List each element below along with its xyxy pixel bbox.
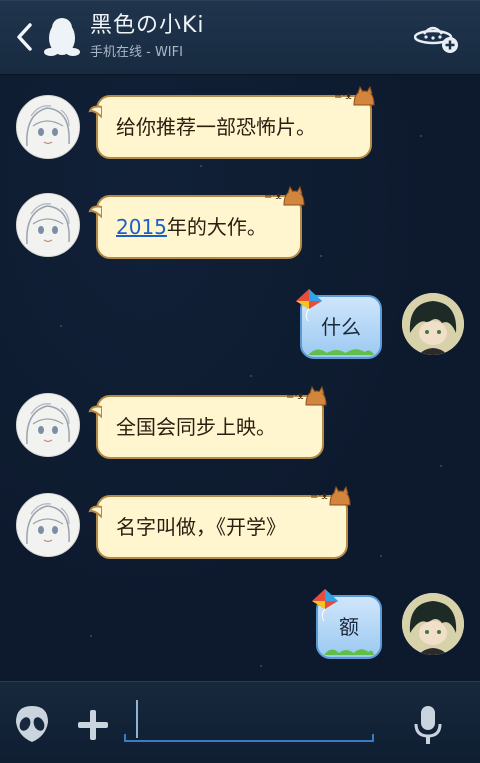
svg-text:=·ᴥ: =·ᴥ [310, 491, 328, 502]
grass-decoration [324, 649, 374, 655]
star-decoration [90, 635, 92, 637]
chat-header: 黑色の小Ki 手机在线 - WIFI [0, 0, 480, 75]
svg-text:=·ᴥ: =·ᴥ [286, 391, 304, 402]
cat-decoration-icon: =·ᴥ [286, 385, 327, 406]
message-text: 名字叫做，《开学》 [116, 515, 286, 539]
kite-decoration-icon [296, 289, 322, 322]
my-message-bubble[interactable]: 什么 [296, 289, 382, 359]
anime-boy-avatar-icon [402, 293, 464, 355]
input-underline [124, 734, 374, 742]
message-text-rest: 年的大作。 [166, 215, 267, 239]
message-text: 全国会同步上映。 [116, 415, 276, 439]
my-message-bubble[interactable]: 额 [312, 589, 382, 659]
microphone-icon[interactable] [412, 704, 444, 746]
anime-boy-avatar-icon [402, 593, 464, 655]
bubble-tail [88, 205, 102, 219]
bubble-tail [88, 105, 102, 119]
message-bubble[interactable]: 全国会同步上映。 =·ᴥ [88, 385, 327, 459]
year-link[interactable]: 2015 [116, 215, 167, 239]
cat-decoration-icon: =·ᴥ [310, 485, 351, 506]
star-decoration [200, 165, 202, 167]
star-decoration [380, 555, 382, 557]
online-status: 手机在线 - WIFI [90, 45, 183, 60]
svg-text:=·ᴥ: =·ᴥ [334, 91, 352, 102]
star-decoration [250, 375, 252, 377]
qq-penguin-icon[interactable] [44, 14, 80, 58]
contact-name: 黑色の小Ki [90, 13, 205, 38]
message-bubble[interactable]: 名字叫做，《开学》 =·ᴥ [88, 485, 351, 559]
message-input[interactable] [124, 696, 374, 746]
contact-avatar[interactable] [16, 193, 80, 257]
bubble-tail [88, 405, 102, 419]
contact-avatar[interactable] [16, 95, 80, 159]
cat-decoration-icon: =·ᴥ [264, 185, 305, 206]
alien-icon[interactable] [14, 704, 50, 744]
kite-decoration-icon [312, 589, 338, 622]
bubble-tail [88, 505, 102, 519]
message-bubble[interactable]: 给你推荐一部恐怖片。 =·ᴥ [88, 85, 375, 159]
message-text: 给你推荐一部恐怖片。 [116, 115, 316, 139]
message-text: 额 [339, 615, 359, 639]
anime-girl-avatar-icon [26, 105, 70, 147]
contact-avatar[interactable] [16, 393, 80, 457]
back-button[interactable] [10, 18, 40, 56]
message-text: 什么 [321, 315, 361, 339]
my-avatar[interactable] [402, 593, 464, 655]
message-text: 2015年的大作。 [116, 214, 267, 240]
anime-girl-avatar-icon [26, 203, 70, 245]
star-decoration [320, 255, 322, 257]
plus-icon[interactable] [76, 708, 110, 742]
chat-area[interactable]: 给你推荐一部恐怖片。 =·ᴥ 2015年的大作。 =·ᴥ 什么 全国会同步上映。… [0, 75, 480, 681]
cat-decoration-icon: =·ᴥ [334, 85, 375, 106]
svg-text:=·ᴥ: =·ᴥ [264, 191, 282, 202]
star-decoration [420, 135, 422, 137]
chevron-left-icon [17, 23, 32, 51]
grass-decoration [308, 349, 374, 355]
ufo-plus-icon[interactable] [414, 22, 460, 54]
input-bar [0, 681, 480, 763]
star-decoration [60, 325, 62, 327]
star-decoration [440, 465, 442, 467]
contact-avatar[interactable] [16, 493, 80, 557]
message-bubble[interactable]: 2015年的大作。 =·ᴥ [88, 185, 305, 259]
anime-girl-avatar-icon [26, 403, 70, 445]
text-cursor [136, 700, 138, 738]
star-decoration [260, 665, 262, 667]
my-avatar[interactable] [402, 293, 464, 355]
anime-girl-avatar-icon [26, 503, 70, 545]
